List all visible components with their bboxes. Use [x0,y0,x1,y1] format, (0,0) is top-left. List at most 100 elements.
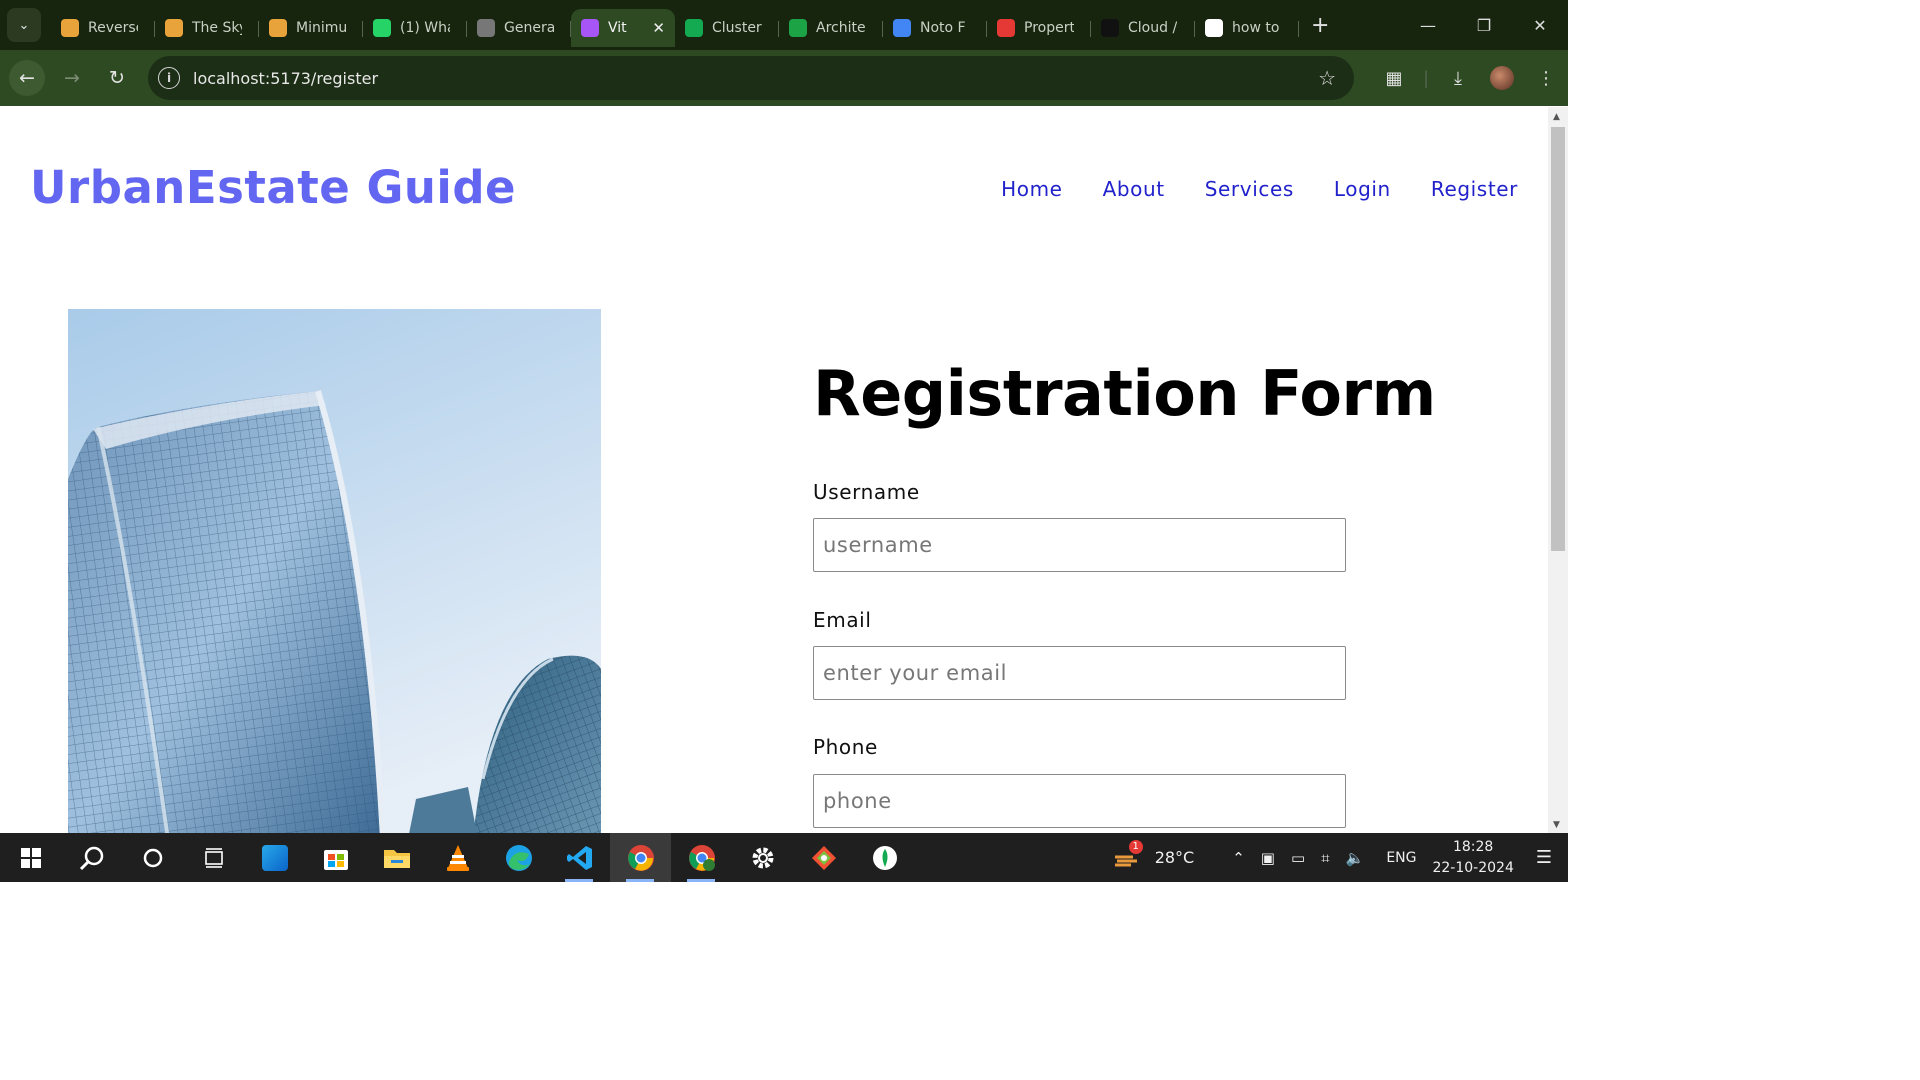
browser-tab[interactable]: Genera [467,9,571,47]
back-arrow-icon[interactable]: ← [9,60,45,96]
browser-tab-active[interactable]: Vit ✕ [571,9,675,47]
tab-title: Archite [816,20,866,36]
mongodb-compass-icon[interactable] [854,833,915,882]
restore-icon[interactable]: ❐ [1456,0,1512,50]
toolbar-divider: | [1422,67,1430,89]
notifications-icon[interactable]: ☰ [1536,847,1552,868]
settings-gear-icon[interactable] [732,833,793,882]
profile-avatar[interactable] [1480,66,1524,90]
browser-tab[interactable]: Noto F [883,9,987,47]
close-window-icon[interactable]: ✕ [1512,0,1568,50]
browser-tab[interactable]: Reverse [51,9,155,47]
heart-icon [997,19,1015,37]
browser-toolbar-icons: ▦ | ⤓ ⋮ [1372,50,1568,106]
google-icon [1205,19,1223,37]
vscode-icon[interactable] [549,833,610,882]
weather-icon[interactable]: 1 [1113,839,1143,869]
email-input[interactable] [813,646,1346,700]
mongodb-leaf-icon [685,19,703,37]
username-label: Username [813,480,920,504]
browser-tab[interactable]: The Sky [155,9,259,47]
bookmark-star-icon[interactable]: ☆ [1318,66,1336,90]
forward-arrow-icon[interactable]: → [54,60,90,96]
reload-icon[interactable]: ↻ [99,60,135,96]
wifi-icon[interactable]: ⌗ [1321,849,1329,867]
system-tray: 1 28°C ⌃ ▣ ▭ ⌗ 🔈 ENG 18:28 22-10-2024 ☰ [1105,833,1568,882]
browser-tab[interactable]: Minimu [259,9,363,47]
nav-link-about[interactable]: About [1103,177,1165,201]
windows-taskbar: 1 28°C ⌃ ▣ ▭ ⌗ 🔈 ENG 18:28 22-10-2024 ☰ [0,833,1568,882]
close-tab-icon[interactable]: ✕ [652,19,665,37]
tab-title: how to [1232,20,1280,36]
outlook-icon[interactable] [244,833,305,882]
browser-tab[interactable]: Cloud / [1091,9,1195,47]
omnibox[interactable]: i localhost:5173/register ☆ [148,56,1354,100]
tab-title: The Sky [192,20,242,36]
nav-link-register[interactable]: Register [1431,177,1518,201]
battery-icon[interactable]: ▭ [1291,849,1305,867]
tab-title: Cloud / [1128,20,1178,36]
nav-link-home[interactable]: Home [1001,177,1062,201]
browser-tab[interactable]: Propert [987,9,1091,47]
browser-tab[interactable]: how to [1195,9,1299,47]
kebab-menu-icon[interactable]: ⋮ [1524,68,1568,89]
window-controls: — ❐ ✕ [1400,0,1568,50]
stacked-arrows-icon [61,19,79,37]
nav-link-login[interactable]: Login [1334,177,1391,201]
tray-overflow-chevron-icon[interactable]: ⌃ [1232,849,1245,867]
email-label: Email [813,608,872,632]
px-icon [789,19,807,37]
windows-start-icon[interactable] [0,833,61,882]
tab-strip: Reverse The Sky Minimu (1) Wha Genera Vit ✕ Clu… [51,0,1299,50]
tab-search-chevron-icon[interactable]: ⌄ [7,8,41,42]
minimize-icon[interactable]: — [1400,0,1456,50]
username-input[interactable] [813,518,1346,572]
search-icon[interactable] [61,833,122,882]
clock-date: 22-10-2024 [1432,859,1514,876]
volume-icon[interactable]: 🔈 [1346,849,1365,867]
tab-title: Propert [1024,20,1074,36]
site-info-icon[interactable]: i [158,67,180,89]
browser-tab[interactable]: Archite [779,9,883,47]
edge-icon[interactable] [488,833,549,882]
tab-title: Minimu [296,20,346,36]
git-kraken-icon[interactable] [793,833,854,882]
browser-tab[interactable]: (1) Wha [363,9,467,47]
meet-now-icon[interactable]: ▣ [1261,849,1275,867]
browser-tab[interactable]: Cluster [675,9,779,47]
url-text[interactable]: localhost:5173/register [193,69,378,88]
vlc-icon[interactable] [427,833,488,882]
scroll-down-arrow-icon[interactable]: ▼ [1553,820,1560,830]
noto-icon [893,19,911,37]
tab-title: Genera [504,20,554,36]
new-tab-plus-icon[interactable]: + [1311,13,1329,38]
task-view-icon[interactable] [183,833,244,882]
phone-input[interactable] [813,774,1346,828]
chrome-profile-icon[interactable] [671,833,732,882]
page-scrollbar[interactable]: ▲ ▼ [1548,107,1568,833]
phone-label: Phone [813,735,878,759]
building-photo [68,309,601,833]
whatsapp-icon [373,19,391,37]
extensions-puzzle-icon[interactable]: ▦ [1372,68,1416,89]
weather-temperature[interactable]: 28°C [1155,848,1195,867]
chrome-icon-active[interactable] [610,833,671,882]
address-toolbar: ← → ↻ i localhost:5173/register ☆ ▦ | ⤓ … [0,50,1568,106]
stacked-arrows-icon [165,19,183,37]
scroll-up-arrow-icon[interactable]: ▲ [1553,112,1560,122]
language-indicator[interactable]: ENG [1386,850,1416,866]
site-logo[interactable]: UrbanEstate Guide [30,161,516,214]
tab-title: Vit [608,20,627,36]
form-title: Registration Form [813,357,1436,430]
scrollbar-thumb[interactable] [1551,127,1565,551]
microsoft-store-icon[interactable] [305,833,366,882]
downloads-icon[interactable]: ⤓ [1436,68,1480,89]
nav-link-services[interactable]: Services [1205,177,1294,201]
tab-title: Noto F [920,20,966,36]
clock[interactable]: 18:28 22-10-2024 [1432,837,1513,879]
stacked-arrows-icon [269,19,287,37]
browser-tab-bar: ⌄ Reverse The Sky Minimu (1) Wha Genera Vit ✕ C… [0,0,1568,50]
cortana-circle-icon[interactable] [122,833,183,882]
tab-title: Cluster [712,20,762,36]
file-explorer-icon[interactable] [366,833,427,882]
